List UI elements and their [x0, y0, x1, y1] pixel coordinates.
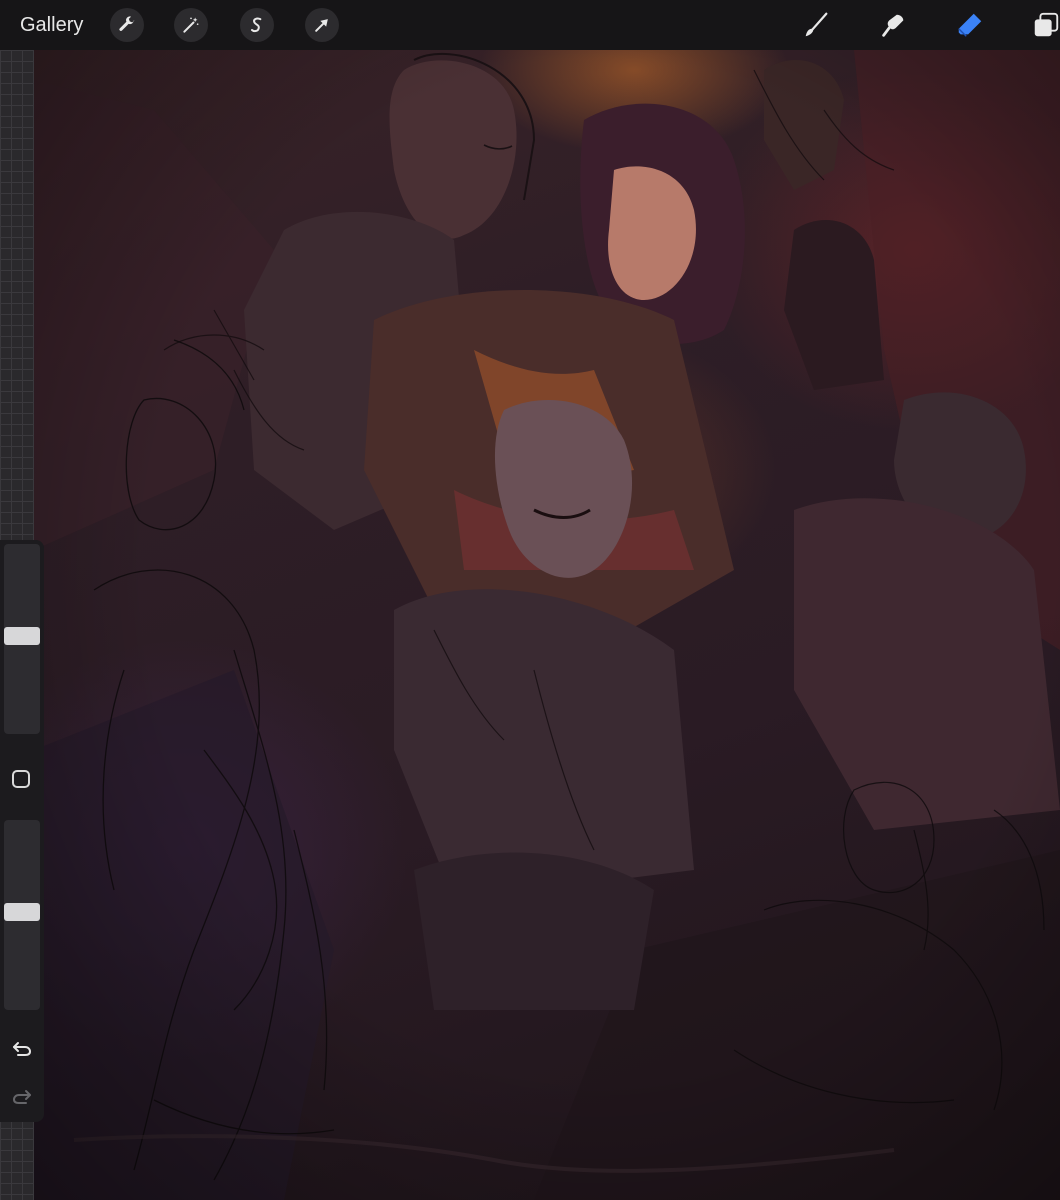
- wrench-icon: [119, 16, 135, 31]
- smudge-button[interactable]: [877, 9, 909, 41]
- adjustments-button[interactable]: [174, 8, 208, 42]
- brush-icon: [805, 12, 828, 37]
- drawing-canvas[interactable]: [34, 50, 1060, 1200]
- undo-icon[interactable]: [10, 1036, 34, 1060]
- brush-size-slider[interactable]: [4, 544, 40, 734]
- layers-icon: [1034, 12, 1059, 37]
- modify-button[interactable]: [12, 770, 30, 788]
- layers-button[interactable]: [1030, 9, 1060, 41]
- redo-icon[interactable]: [10, 1084, 34, 1108]
- paint-button[interactable]: [800, 9, 832, 41]
- top-toolbar: Gallery: [0, 0, 1060, 50]
- erase-button[interactable]: [954, 9, 986, 41]
- opacity-slider[interactable]: [4, 820, 40, 1010]
- brush-size-thumb[interactable]: [4, 627, 40, 645]
- selection-s-icon: [251, 17, 262, 33]
- magic-wand-icon: [183, 17, 199, 33]
- side-panel: [0, 540, 44, 1122]
- selection-button[interactable]: [240, 8, 274, 42]
- transform-button[interactable]: [305, 8, 339, 42]
- procreate-app: Gallery: [0, 0, 1060, 1200]
- eraser-icon: [958, 13, 982, 37]
- actions-button[interactable]: [110, 8, 144, 42]
- artwork: [34, 50, 1060, 1200]
- gallery-button[interactable]: Gallery: [20, 12, 83, 38]
- opacity-thumb[interactable]: [4, 903, 40, 921]
- smudge-icon: [882, 14, 904, 37]
- arrow-cursor-icon: [315, 19, 328, 32]
